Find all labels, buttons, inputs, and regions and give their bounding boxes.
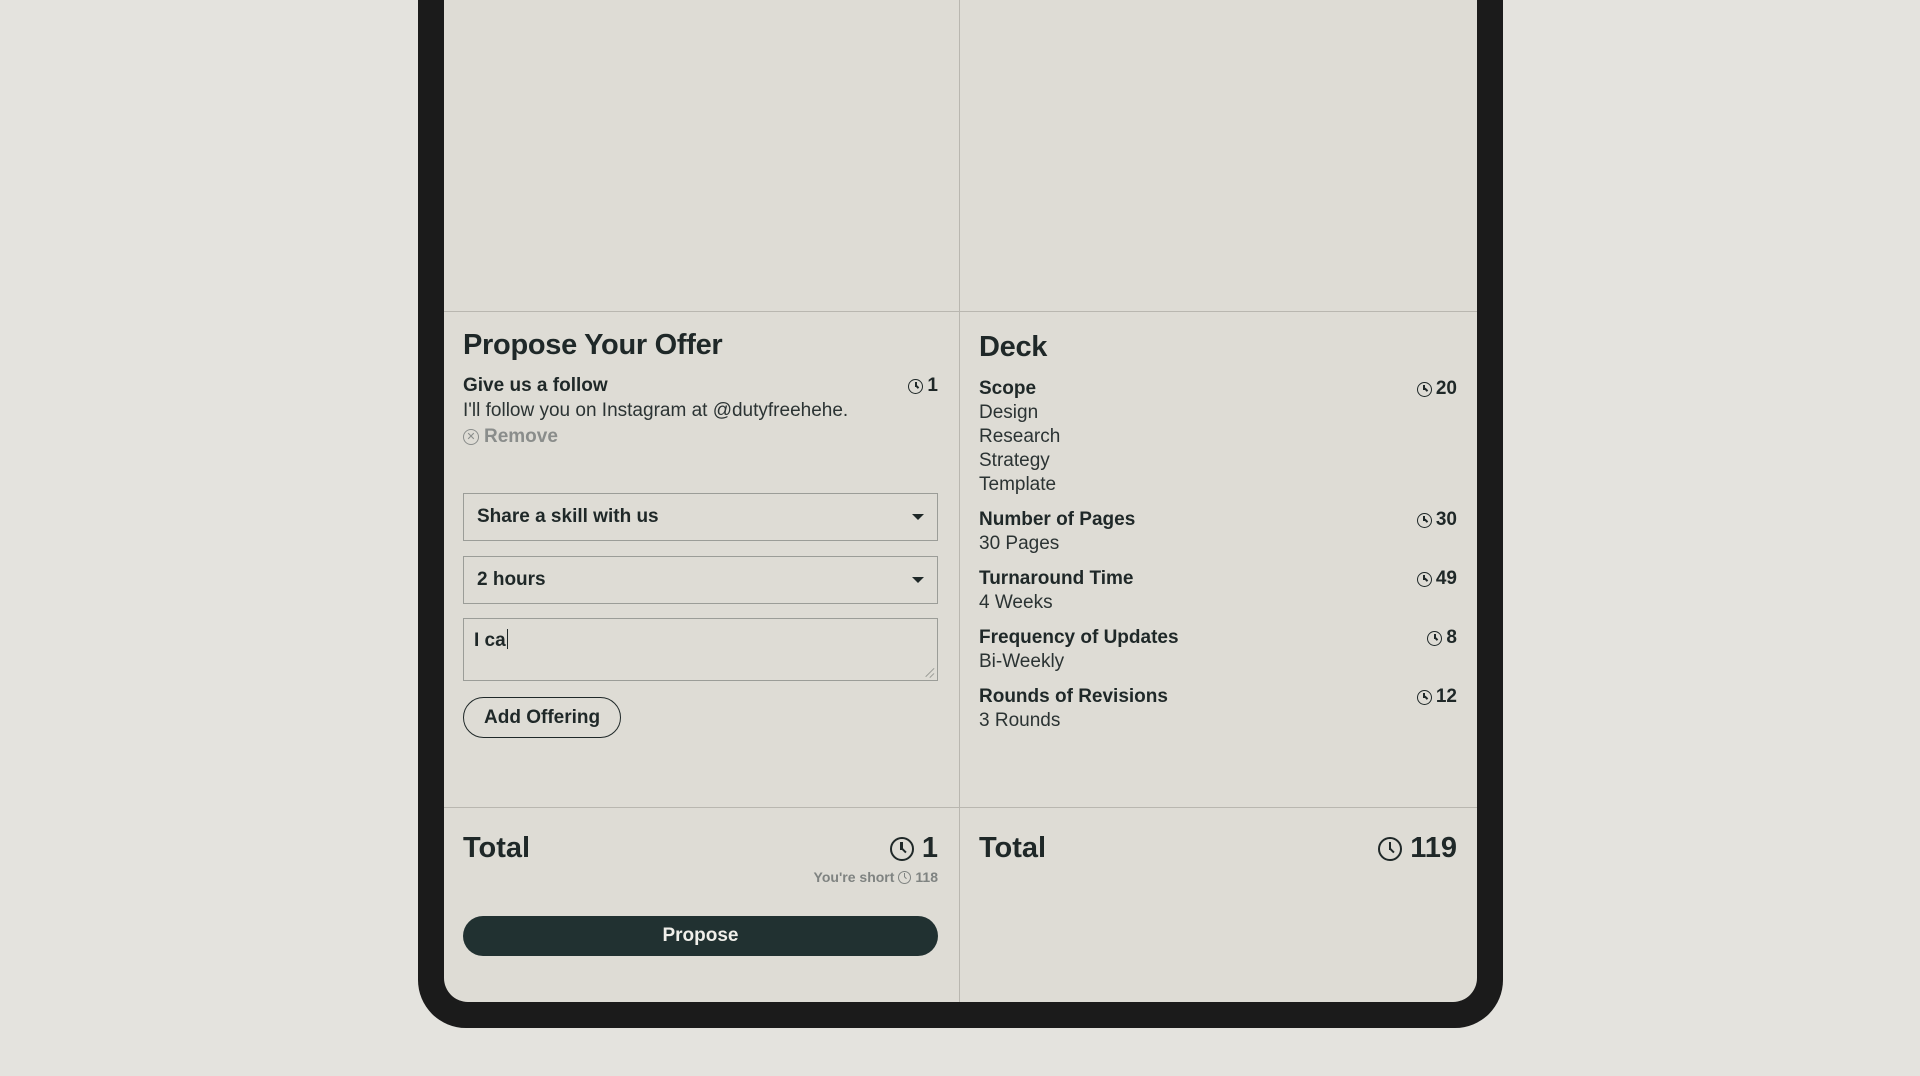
skill-select-value: Share a skill with us bbox=[477, 506, 659, 527]
clock-icon bbox=[898, 870, 912, 884]
remove-label: Remove bbox=[484, 426, 558, 447]
caret-down-icon bbox=[912, 514, 924, 520]
clock-icon bbox=[1378, 836, 1403, 861]
deck-item-hours-value: 30 bbox=[1435, 509, 1457, 530]
deck-item-hours-value: 49 bbox=[1435, 568, 1457, 589]
column-divider bbox=[959, 0, 960, 1002]
deck-item-hours-value: 20 bbox=[1435, 378, 1457, 399]
deck-item-hours: 30 bbox=[1416, 509, 1457, 531]
offer-title: Propose Your Offer bbox=[463, 329, 723, 361]
tablet-frame: Propose Your Offer Give us a follow 1 I'… bbox=[418, 0, 1503, 1028]
clock-icon bbox=[1416, 571, 1432, 587]
offer-item: Give us a follow 1 I'll follow you on In… bbox=[463, 375, 938, 448]
offer-item-name: Give us a follow bbox=[463, 375, 608, 396]
resize-handle[interactable] bbox=[924, 667, 934, 677]
deck-item: Frequency of Updates 8 Bi-Weekly bbox=[979, 627, 1457, 673]
clock-icon bbox=[1427, 630, 1443, 646]
deck-item-value: Strategy bbox=[979, 450, 1050, 471]
offer-message-value: I ca bbox=[474, 630, 506, 651]
caret-down-icon bbox=[912, 577, 924, 583]
circle-x-icon: ✕ bbox=[463, 429, 479, 445]
deck-item-value: 3 Rounds bbox=[979, 710, 1061, 731]
deck-item-name: Scope bbox=[979, 378, 1037, 399]
offer-total: Total 1 You're short 118 bbox=[463, 832, 938, 885]
deck-item-name: Turnaround Time bbox=[979, 568, 1134, 589]
deck-item-hours-value: 12 bbox=[1435, 686, 1457, 707]
propose-button[interactable]: Propose bbox=[463, 916, 938, 956]
section-divider-top bbox=[444, 311, 1477, 312]
deck-total-value: 119 bbox=[1378, 832, 1457, 865]
deck-items: Scope 20 Design Research Strategy Template Num… bbox=[979, 378, 1457, 732]
deck-item-value: Template bbox=[979, 474, 1057, 495]
offer-item-hours: 1 bbox=[908, 375, 938, 397]
clock-icon bbox=[1416, 381, 1432, 397]
deck-total: Total 119 bbox=[979, 832, 1457, 865]
hours-select[interactable]: 2 hours bbox=[463, 556, 938, 604]
deck-item: Scope 20 Design Research Strategy Template bbox=[979, 378, 1457, 496]
deck-item-value: 30 Pages bbox=[979, 533, 1060, 554]
text-cursor bbox=[506, 629, 509, 649]
deck-item: Number of Pages 30 30 Pages bbox=[979, 509, 1457, 555]
deck-title: Deck bbox=[979, 331, 1048, 363]
deck-item-hours: 20 bbox=[1416, 378, 1457, 400]
clock-icon bbox=[908, 378, 924, 394]
deck-total-label: Total bbox=[979, 832, 1047, 864]
screen: Propose Your Offer Give us a follow 1 I'… bbox=[444, 0, 1477, 1002]
deck-item: Rounds of Revisions 12 3 Rounds bbox=[979, 686, 1457, 732]
deck-item: Turnaround Time 49 4 Weeks bbox=[979, 568, 1457, 614]
offer-message-input[interactable]: I ca bbox=[463, 618, 938, 681]
skill-select[interactable]: Share a skill with us bbox=[463, 493, 938, 541]
clock-icon bbox=[1416, 512, 1432, 528]
deck-item-value: 4 Weeks bbox=[979, 592, 1053, 613]
deck-item-value: Bi-Weekly bbox=[979, 651, 1065, 672]
deck-item-hours: 49 bbox=[1416, 568, 1457, 590]
offer-item-description: I'll follow you on Instagram at @dutyfre… bbox=[463, 400, 849, 421]
offer-item-hours-value: 1 bbox=[927, 375, 938, 396]
clock-icon bbox=[1416, 689, 1432, 705]
deck-item-hours-value: 8 bbox=[1446, 627, 1457, 648]
deck-item-name: Rounds of Revisions bbox=[979, 686, 1168, 707]
deck-item-hours: 12 bbox=[1416, 686, 1457, 708]
offer-panel: Propose Your Offer Give us a follow 1 I'… bbox=[463, 329, 938, 448]
offer-total-number: 1 bbox=[921, 832, 938, 864]
deck-item-hours: 8 bbox=[1427, 627, 1457, 649]
remove-button[interactable]: ✕ Remove bbox=[463, 426, 938, 448]
clock-icon bbox=[889, 836, 914, 861]
deck-total-number: 119 bbox=[1410, 832, 1457, 864]
section-divider-bottom bbox=[444, 807, 1477, 808]
short-label: You're short bbox=[813, 869, 895, 885]
hours-select-value: 2 hours bbox=[477, 569, 546, 590]
add-offering-button[interactable]: Add Offering bbox=[463, 697, 622, 738]
offer-total-value: 1 bbox=[889, 832, 938, 865]
deck-item-value: Design bbox=[979, 402, 1039, 423]
deck-item-name: Frequency of Updates bbox=[979, 627, 1179, 648]
deck-item-name: Number of Pages bbox=[979, 509, 1136, 530]
deck-item-value: Research bbox=[979, 426, 1061, 447]
deck-panel: Deck Scope 20 Design Research Strategy Templa… bbox=[979, 331, 1457, 732]
short-notice: You're short 118 bbox=[463, 869, 938, 885]
offer-total-label: Total bbox=[463, 832, 531, 864]
short-value: 118 bbox=[915, 869, 938, 885]
